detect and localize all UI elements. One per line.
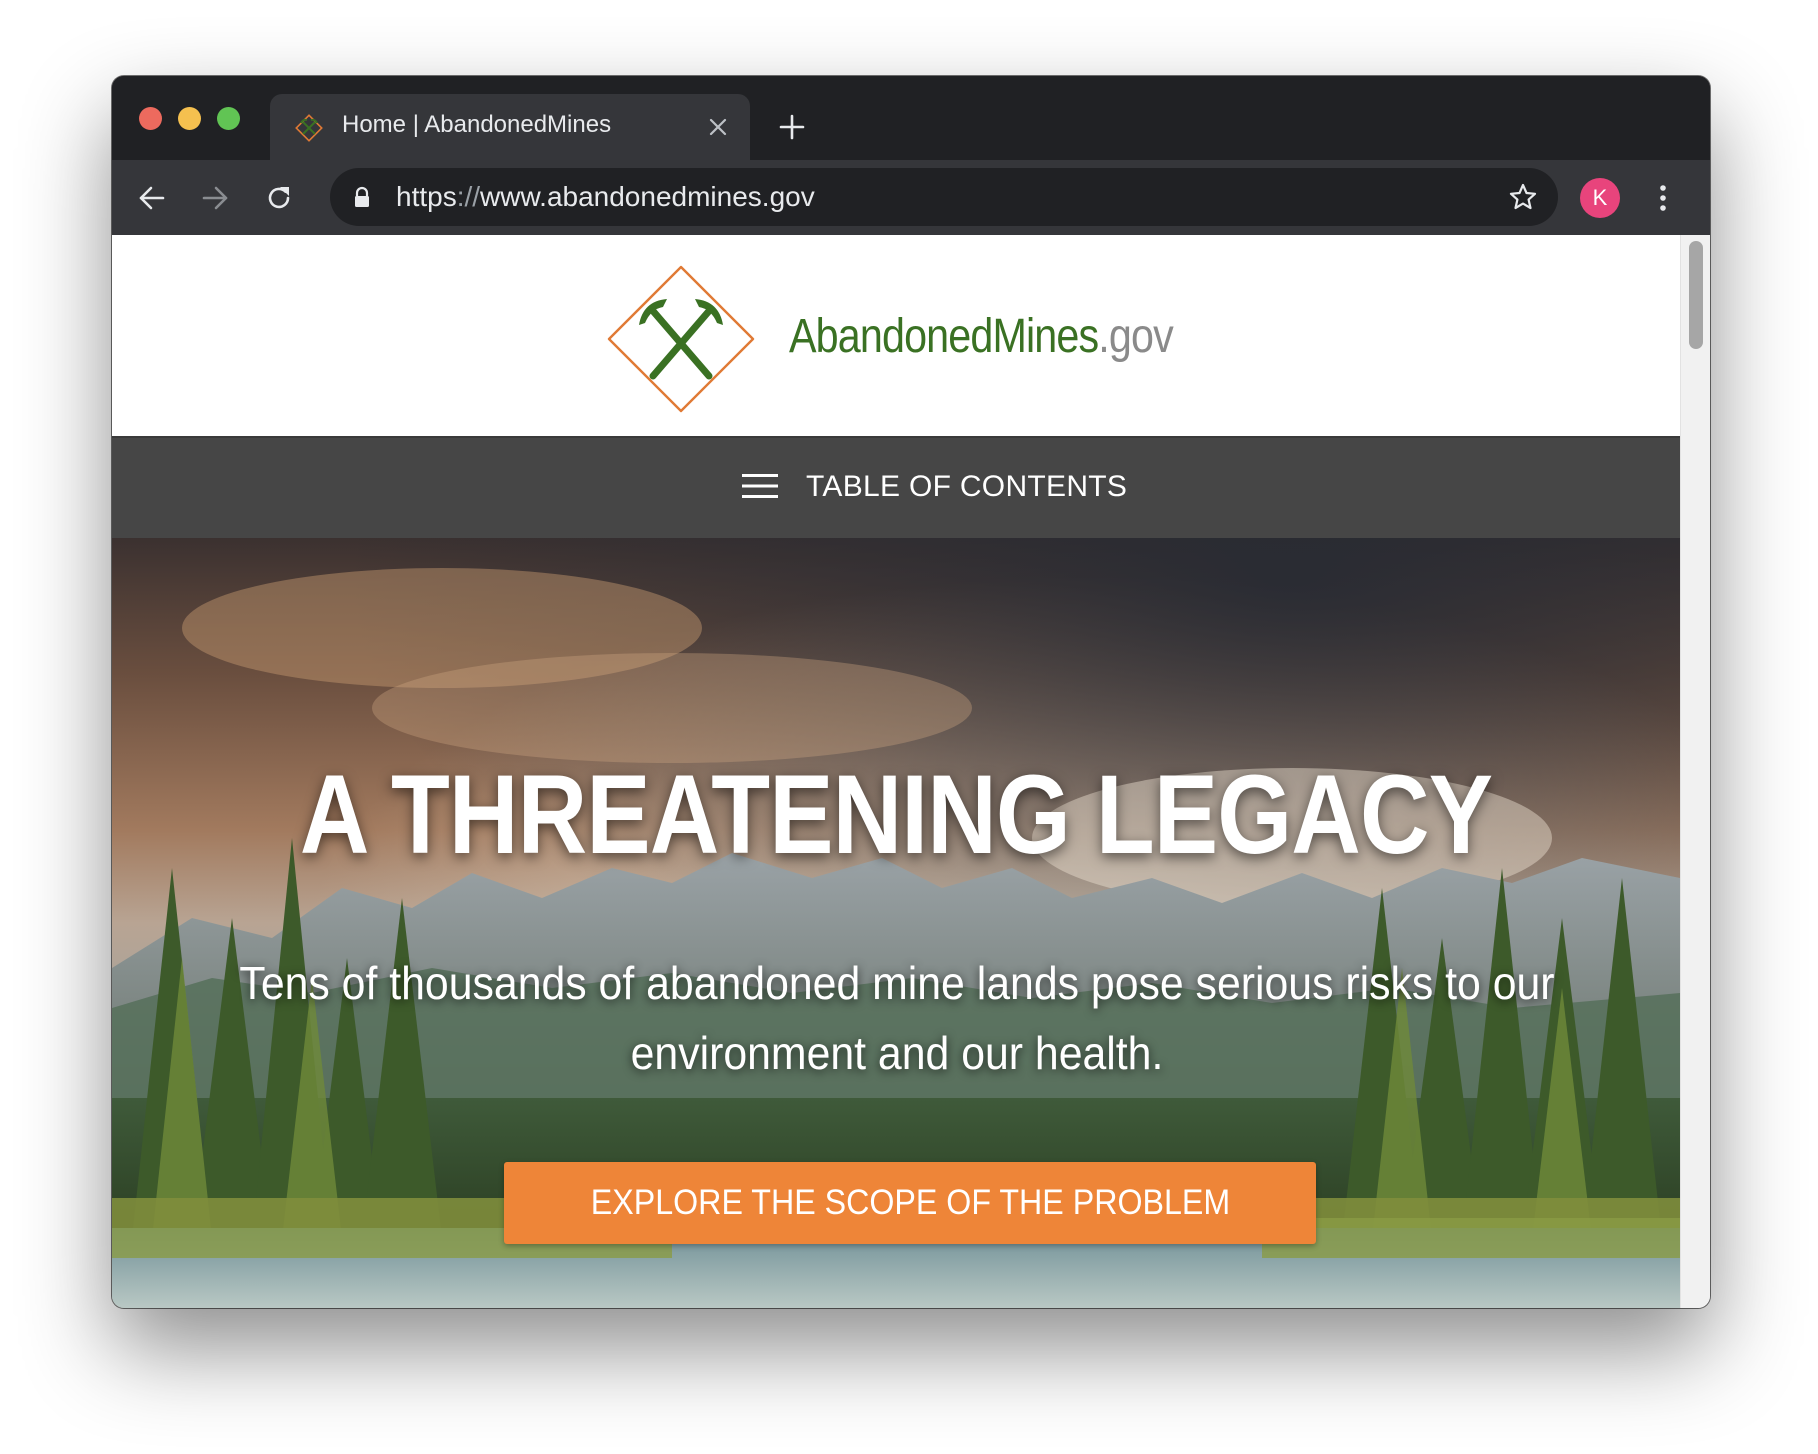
lock-icon[interactable]: [352, 186, 372, 208]
scrollbar-thumb[interactable]: [1689, 241, 1703, 349]
url-separator: ://: [456, 181, 481, 212]
close-icon[interactable]: [706, 115, 730, 139]
site-name-main: AbandonedMines: [789, 310, 1099, 363]
kebab-menu-icon[interactable]: [1657, 183, 1669, 213]
close-window-button[interactable]: [139, 107, 162, 130]
minimize-window-button[interactable]: [178, 107, 201, 130]
hamburger-icon: [742, 474, 778, 498]
url-host: www.abandonedmines.gov: [480, 181, 815, 212]
site-name-tld: .gov: [1098, 310, 1173, 363]
arrow-right-icon[interactable]: [200, 183, 230, 213]
tab-title: Home | AbandonedMines: [342, 111, 612, 138]
hero-section: A THREATENING LEGACY Tens of thousands o…: [112, 538, 1680, 1308]
url-text: https://www.abandonedmines.gov: [396, 181, 815, 213]
page-viewport: AbandonedMines.gov TABLE OF CONTENTS A T…: [112, 235, 1710, 1308]
maximize-window-button[interactable]: [217, 107, 240, 130]
star-icon[interactable]: [1508, 182, 1538, 212]
profile-avatar[interactable]: K: [1580, 178, 1620, 218]
tab-strip: Home | AbandonedMines: [112, 76, 1710, 160]
hero-title: A THREATENING LEGACY: [299, 752, 1493, 877]
table-of-contents-bar: TABLE OF CONTENTS: [112, 436, 1680, 538]
table-of-contents-label: TABLE OF CONTENTS: [806, 470, 1128, 503]
hero-subtitle: Tens of thousands of abandoned mine land…: [239, 957, 1555, 1079]
url-scheme: https: [396, 181, 457, 212]
screenshot-stage: Home | AbandonedMines https://www.abando…: [0, 0, 1818, 1454]
reload-icon[interactable]: [264, 183, 294, 213]
crossed-pickaxes-icon: [295, 114, 323, 142]
arrow-left-icon[interactable]: [137, 183, 167, 213]
plus-icon[interactable]: [778, 113, 806, 141]
site-header: AbandonedMines.gov: [112, 235, 1680, 436]
browser-toolbar: https://www.abandonedmines.gov K: [112, 160, 1710, 235]
browser-window: Home | AbandonedMines https://www.abando…: [112, 76, 1710, 1308]
site-wordmark[interactable]: AbandonedMines.gov: [789, 309, 1174, 364]
page-scrollbar[interactable]: [1680, 235, 1710, 1308]
browser-tab-active[interactable]: Home | AbandonedMines: [270, 94, 750, 160]
web-page: AbandonedMines.gov TABLE OF CONTENTS A T…: [112, 235, 1680, 1308]
crossed-pickaxes-diamond-logo[interactable]: [605, 263, 757, 415]
explore-scope-button-label: EXPLORE THE SCOPE OF THE PROBLEM: [590, 1183, 1230, 1222]
address-bar[interactable]: https://www.abandonedmines.gov: [330, 168, 1558, 226]
explore-scope-button[interactable]: EXPLORE THE SCOPE OF THE PROBLEM: [504, 1162, 1316, 1244]
